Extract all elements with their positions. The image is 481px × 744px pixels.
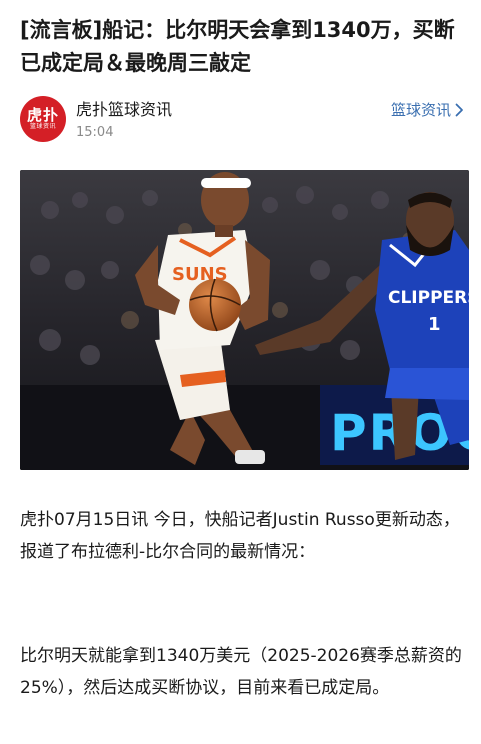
publish-time: 15:04 [76,125,114,140]
basketball-photo-illustration: PROG SUNS [20,170,469,470]
article-paragraph: 虎扑07月15日讯 今日，快船记者Justin Russo更新动态，报道了布拉德… [20,510,460,562]
avatar-logo-text: 虎扑 [26,106,59,124]
article-photo[interactable]: PROG SUNS [20,170,469,470]
chevron-right-icon [455,103,463,117]
channel-link[interactable]: 篮球资讯 [391,100,464,120]
article-title: [流言板]船记：比尔明天会拿到1340万，买断已成定局＆最晚周三敲定 [20,18,455,75]
jersey-text-right: CLIPPERS [388,288,469,308]
author-avatar[interactable]: 虎扑 篮球资讯 [20,96,66,142]
author-row: 虎扑 篮球资讯 虎扑篮球资讯 15:04 篮球资讯 [20,96,470,146]
article-page: [流言板]船记：比尔明天会拿到1340万，买断已成定局＆最晚周三敲定 虎扑 篮球… [0,0,481,744]
jersey-number-right: 1 [428,314,441,335]
channel-link-label: 篮球资讯 [390,101,451,119]
avatar-logo-subtext: 篮球资讯 [29,123,56,130]
author-name[interactable]: 虎扑篮球资讯 [76,100,172,120]
article-paragraph: 比尔明天就能拿到1340万美元（2025-2026赛季总薪资的25%），然后达成… [20,646,462,698]
